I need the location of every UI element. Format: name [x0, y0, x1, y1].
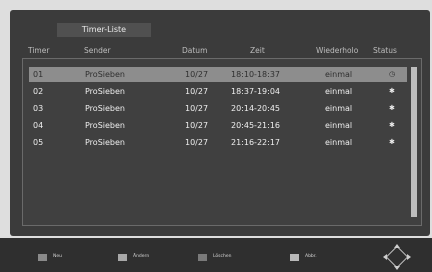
timer-repeat: einmal [325, 104, 353, 113]
column-header-status: Status [373, 46, 397, 55]
change-timer-label: Ändern [133, 254, 150, 259]
green-key-icon [118, 253, 127, 261]
timer-time: 21:16-22:17 [231, 138, 280, 147]
column-header-sender: Sender [84, 46, 111, 55]
timer-time: 18:37-19:04 [231, 87, 280, 96]
column-header-repeat: Wiederholo [316, 46, 359, 55]
timer-row[interactable]: 03 ProSieben 10/27 20:14-20:45 einmal ✱ [29, 101, 407, 116]
timer-time: 18:10-18:37 [231, 70, 280, 79]
panel-title: Timer-Liste [57, 23, 151, 37]
arrow-down-icon [394, 266, 400, 270]
timer-status-icon: ✱ [389, 121, 395, 129]
timer-repeat: einmal [325, 138, 353, 147]
timer-number: 04 [33, 121, 44, 130]
timer-time: 20:14-20:45 [231, 104, 280, 113]
exit-label: Abbr. [305, 254, 317, 259]
timer-date: 10/27 [185, 138, 209, 147]
nav-diamond-icon [385, 245, 409, 269]
timer-status-icon: ◷ [389, 70, 396, 78]
timer-row[interactable]: 02 ProSieben 10/27 18:37-19:04 einmal ✱ [29, 84, 407, 99]
timer-sender: ProSieben [85, 87, 125, 96]
list-scrollbar[interactable] [411, 67, 417, 217]
timer-number: 05 [33, 138, 44, 147]
change-timer-button[interactable]: Ändern [118, 251, 149, 263]
timer-row[interactable]: 01 ProSieben 10/27 18:10-18:37 einmal ◷ [29, 67, 407, 82]
column-header-time: Zeit [250, 46, 265, 55]
timer-repeat: einmal [325, 70, 353, 79]
arrow-up-icon [394, 244, 400, 248]
tv-frame: Timer-Liste Timer Sender Datum Zeit Wied… [0, 0, 432, 272]
new-timer-button[interactable]: Neu [38, 251, 62, 263]
timer-date: 10/27 [185, 121, 209, 130]
navigation-pad-icon [382, 244, 412, 270]
timer-date: 10/27 [185, 70, 209, 79]
new-timer-label: Neu [53, 254, 62, 259]
timer-time: 20:45-21:16 [231, 121, 280, 130]
timer-sender: ProSieben [85, 121, 125, 130]
timer-number: 01 [33, 70, 44, 79]
timer-date: 10/27 [185, 104, 209, 113]
delete-timer-label: Löschen [213, 254, 232, 259]
column-header-date: Datum [182, 46, 208, 55]
timer-number: 03 [33, 104, 44, 113]
timer-sender: ProSieben [85, 138, 125, 147]
timer-repeat: einmal [325, 87, 353, 96]
yellow-key-icon [198, 253, 207, 261]
column-header-row: Timer Sender Datum Zeit Wiederholo Statu… [24, 44, 416, 57]
timer-sender: ProSieben [85, 70, 125, 79]
timer-status-icon: ✱ [389, 138, 395, 146]
delete-timer-button[interactable]: Löschen [198, 251, 231, 263]
timer-date: 10/27 [185, 87, 209, 96]
exit-button[interactable]: Abbr. [290, 251, 317, 263]
timer-repeat: einmal [325, 121, 353, 130]
timer-status-icon: ✱ [389, 104, 395, 112]
column-header-timer: Timer [28, 46, 50, 55]
timer-status-icon: ✱ [389, 87, 395, 95]
timer-row[interactable]: 04 ProSieben 10/27 20:45-21:16 einmal ✱ [29, 118, 407, 133]
bottom-button-bar: Neu Ändern Löschen Abbr. [0, 238, 432, 272]
arrow-left-icon [383, 254, 387, 260]
timer-list: 01 ProSieben 10/27 18:10-18:37 einmal ◷ … [22, 58, 422, 226]
blue-key-icon [290, 253, 299, 261]
timer-number: 02 [33, 87, 44, 96]
timer-sender: ProSieben [85, 104, 125, 113]
arrow-right-icon [407, 254, 411, 260]
red-key-icon [38, 253, 47, 261]
timer-row[interactable]: 05 ProSieben 10/27 21:16-22:17 einmal ✱ [29, 135, 407, 150]
